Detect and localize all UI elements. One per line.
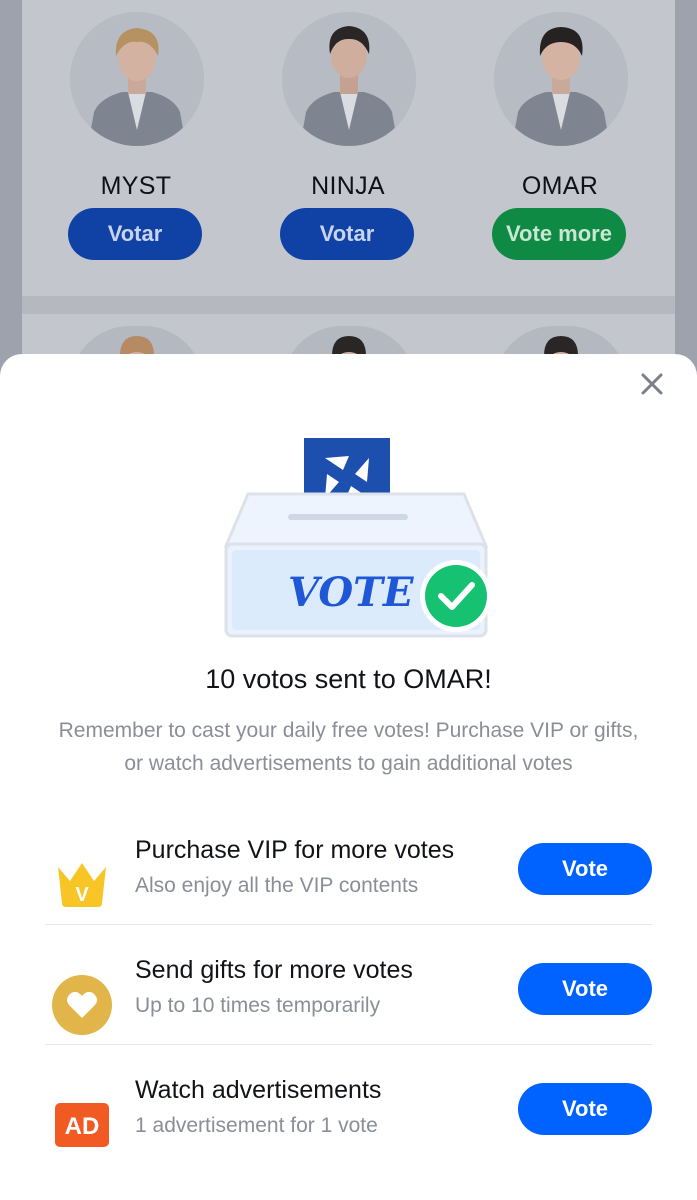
option-title: Purchase VIP for more votes bbox=[135, 836, 455, 864]
divider bbox=[45, 924, 652, 925]
ballot-box-illustration: VOTE bbox=[218, 430, 498, 645]
candidate-name: OMAR bbox=[521, 172, 599, 200]
votes-info-text: Remember to cast your daily free votes! … bbox=[58, 719, 639, 775]
option-title: Watch advertisements bbox=[135, 1076, 382, 1104]
option-title: Send gifts for more votes bbox=[135, 956, 413, 984]
candidate-name: MYST bbox=[100, 172, 172, 200]
svg-text:V: V bbox=[75, 884, 89, 906]
heart-icon bbox=[51, 974, 113, 1036]
candidate-avatar bbox=[282, 12, 416, 146]
ad-vote-button[interactable]: Vote bbox=[518, 1083, 652, 1135]
crown-icon: V bbox=[51, 854, 113, 916]
option-gifts: Send gifts for more votes Up to 10 times… bbox=[45, 948, 652, 1068]
vip-vote-button[interactable]: Vote bbox=[518, 843, 652, 895]
candidate-avatar bbox=[494, 12, 628, 146]
vote-button[interactable]: Votar bbox=[68, 208, 202, 260]
gift-vote-button[interactable]: Vote bbox=[518, 963, 652, 1015]
candidate-avatar bbox=[70, 12, 204, 146]
option-subtitle: Up to 10 times temporarily bbox=[135, 994, 381, 1017]
option-subtitle: 1 advertisement for 1 vote bbox=[135, 1114, 378, 1137]
candidate-card-ninja: NINJA Votar bbox=[242, 0, 454, 270]
option-vip: V Purchase VIP for more votes Also enjoy… bbox=[45, 828, 652, 948]
svg-text:AD: AD bbox=[65, 1113, 100, 1140]
hero-vote-text: VOTE bbox=[288, 569, 414, 616]
grid-divider bbox=[22, 296, 675, 314]
vote-more-button[interactable]: Vote more bbox=[492, 208, 626, 260]
candidate-name: NINJA bbox=[311, 172, 385, 200]
votes-sent-title: 10 votos sent to OMAR! bbox=[205, 664, 492, 694]
ad-icon: AD bbox=[51, 1094, 113, 1156]
option-subtitle: Also enjoy all the VIP contents bbox=[135, 874, 419, 897]
option-ads: AD Watch advertisements 1 advertisement … bbox=[45, 1068, 652, 1188]
vote-button[interactable]: Votar bbox=[280, 208, 414, 260]
candidate-card-omar: OMAR Vote more bbox=[454, 0, 666, 270]
close-icon[interactable] bbox=[634, 366, 670, 402]
candidate-card-myst: MYST Votar bbox=[30, 0, 242, 270]
divider bbox=[45, 1044, 652, 1045]
